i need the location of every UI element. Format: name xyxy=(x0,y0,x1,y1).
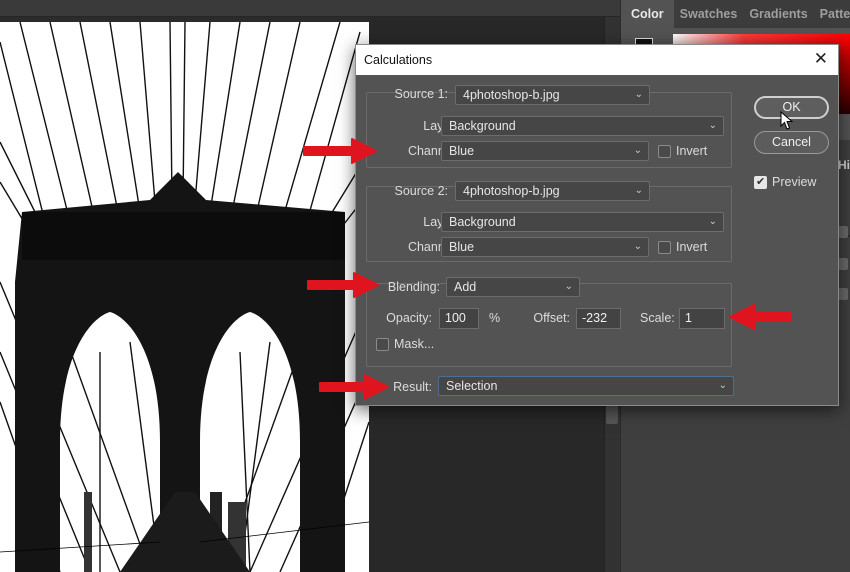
panel-mini-icon[interactable] xyxy=(838,288,848,300)
cursor-pointer-icon xyxy=(780,111,794,130)
source1-label: Source 1: xyxy=(394,87,448,101)
source1-invert-checkbox[interactable] xyxy=(658,145,671,158)
source2-layer-select[interactable]: Background ⌄ xyxy=(441,212,724,232)
panel-mini-icon[interactable] xyxy=(838,226,848,238)
chevron-down-icon: ⌄ xyxy=(633,145,642,156)
source2-file-select[interactable]: 4photoshop-b.jpg ⌄ xyxy=(455,181,650,201)
opacity-unit: % xyxy=(489,311,501,325)
source1-layer-value: Background xyxy=(449,119,516,133)
preview-checkbox[interactable] xyxy=(754,175,767,189)
cancel-button[interactable]: Cancel xyxy=(754,131,829,154)
chevron-down-icon: ⌄ xyxy=(708,120,717,131)
close-icon[interactable]: ✕ xyxy=(814,49,828,69)
arrow-annotation-icon xyxy=(729,304,791,330)
result-value: Selection xyxy=(446,379,498,393)
source1-layer-select[interactable]: Background ⌄ xyxy=(441,116,724,136)
offset-input[interactable]: -232 xyxy=(576,308,621,329)
chevron-down-icon: ⌄ xyxy=(718,380,727,391)
source2-label: Source 2: xyxy=(394,184,448,198)
panel-side-text: Hi xyxy=(838,158,850,172)
blending-label: Blending: xyxy=(387,280,440,294)
scale-input[interactable]: 1 xyxy=(679,308,725,329)
source2-invert-label: Invert xyxy=(676,240,708,254)
opacity-label: Opacity: xyxy=(386,311,432,325)
source2-layer-value: Background xyxy=(449,215,516,229)
mask-checkbox[interactable] xyxy=(376,338,389,351)
opacity-input[interactable]: 100 xyxy=(439,308,479,329)
preview-label: Preview xyxy=(772,175,817,189)
source1-channel-value: Blue xyxy=(449,144,475,158)
tab-patterns[interactable]: Patter xyxy=(814,0,850,28)
chevron-down-icon: ⌄ xyxy=(634,185,643,196)
source2-channel-value: Blue xyxy=(449,240,475,254)
panel-mini-icon[interactable] xyxy=(838,258,848,270)
blending-mode-value: Add xyxy=(454,280,477,294)
arrow-annotation-icon xyxy=(319,374,389,400)
arrow-annotation-icon xyxy=(303,138,377,164)
chevron-down-icon: ⌄ xyxy=(708,216,717,227)
dialog-titlebar: Calculations ✕ xyxy=(356,45,838,75)
result-select[interactable]: Selection ⌄ xyxy=(438,376,734,396)
blending-mode-select[interactable]: Add ⌄ xyxy=(446,277,580,297)
chevron-down-icon: ⌄ xyxy=(564,281,573,292)
scale-label: Scale: xyxy=(640,311,675,325)
tab-swatches[interactable]: Swatches xyxy=(674,0,744,28)
panel-tabs: Color Swatches Gradients Patter xyxy=(621,0,850,28)
source2-channel-select[interactable]: Blue ⌄ xyxy=(441,237,649,257)
tab-color[interactable]: Color xyxy=(621,0,674,28)
source1-channel-select[interactable]: Blue ⌄ xyxy=(441,141,649,161)
source2-invert-checkbox[interactable] xyxy=(658,241,671,254)
source2-file-value: 4photoshop-b.jpg xyxy=(463,184,560,198)
dialog-title: Calculations xyxy=(364,53,433,67)
tab-gradients[interactable]: Gradients xyxy=(743,0,813,28)
offset-label: Offset: xyxy=(533,311,570,325)
chevron-down-icon: ⌄ xyxy=(634,89,643,100)
chevron-down-icon: ⌄ xyxy=(633,241,642,252)
calculations-dialog: Calculations ✕ Source 1: 4photoshop-b.jp… xyxy=(355,44,839,406)
source1-file-select[interactable]: 4photoshop-b.jpg ⌄ xyxy=(455,85,650,105)
mask-label: Mask... xyxy=(394,337,435,351)
source1-invert-label: Invert xyxy=(676,144,708,158)
source1-file-value: 4photoshop-b.jpg xyxy=(463,88,560,102)
arrow-annotation-icon xyxy=(307,272,379,298)
app-top-strip xyxy=(0,0,620,17)
